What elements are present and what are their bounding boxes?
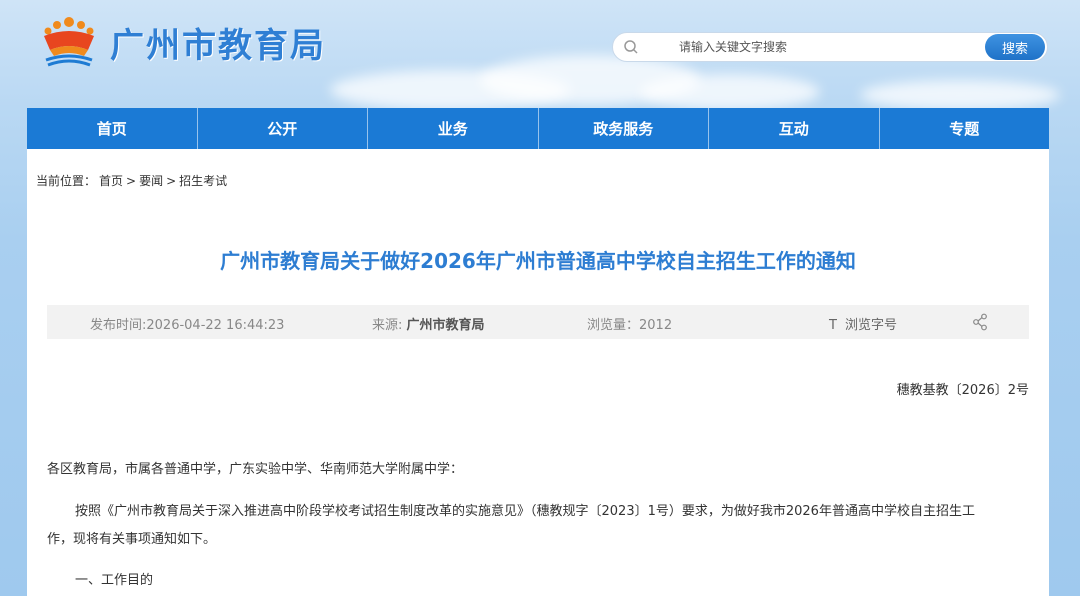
- source-label: 来源:: [372, 318, 403, 333]
- breadcrumb: 当前位置： 首页 > 要闻 > 招生考试: [36, 172, 230, 189]
- site-name: 广州市教育局: [110, 25, 326, 66]
- article-title: 广州市教育局关于做好2026年广州市普通高中学校自主招生工作的通知: [220, 249, 856, 273]
- article-content: 当前位置： 首页 > 要闻 > 招生考试 广州市教育局关于做好2026年广州市普通高中学校…: [27, 149, 1049, 596]
- search-box: 搜索: [612, 32, 1048, 62]
- breadcrumb-home[interactable]: 首页: [99, 174, 123, 188]
- nav-item-home[interactable]: 首页: [27, 108, 198, 149]
- site-header: 广州市教育局 搜索: [0, 0, 1080, 108]
- breadcrumb-label: 当前位置：: [36, 174, 97, 188]
- source: 来源: 广州市教育局: [372, 314, 485, 333]
- nav-item-business[interactable]: 业务: [368, 108, 539, 149]
- intro-paragraph-line1: 按照《广州市教育局关于深入推进高中阶段学校考试招生制度改革的实施意见》（穗教规字…: [75, 504, 975, 519]
- education-bureau-logo-icon: [44, 17, 94, 67]
- font-size-label: 浏览字号: [844, 318, 897, 333]
- nav-item-public[interactable]: 公开: [198, 108, 368, 149]
- breadcrumb-news[interactable]: 要闻: [139, 174, 163, 188]
- search-icon: [624, 40, 638, 54]
- publish-time: 发布时间:2026-04-22 16:44:23: [90, 318, 285, 333]
- main-nav: 首页 公开 业务 政务服务 互动 专题: [27, 108, 1049, 149]
- section-heading: 一、工作目的: [75, 573, 154, 588]
- share-icon[interactable]: [972, 313, 988, 331]
- document-number: 穗教基教〔2026〕2号: [896, 383, 1029, 398]
- salutation: 各区教育局，市属各普通中学，广东实验中学、华南师范大学附属中学：: [47, 462, 464, 477]
- intro-paragraph-line2: 作，现将有关事项通知如下。: [47, 532, 217, 547]
- site-logo[interactable]: 广州市教育局: [38, 14, 326, 70]
- breadcrumb-separator: >: [166, 174, 177, 188]
- breadcrumb-separator: >: [126, 174, 137, 188]
- source-value: 广州市教育局: [406, 318, 485, 333]
- font-size-control[interactable]: T 浏览字号: [829, 314, 897, 333]
- breadcrumb-exams[interactable]: 招生考试: [179, 174, 227, 188]
- search-button[interactable]: 搜索: [985, 34, 1045, 60]
- nav-item-topics[interactable]: 专题: [880, 108, 1050, 149]
- font-size-icon: T: [829, 318, 837, 333]
- view-count: 浏览量：2012: [587, 318, 673, 333]
- search-input[interactable]: [679, 40, 985, 54]
- nav-item-services[interactable]: 政务服务: [539, 108, 709, 149]
- nav-item-interaction[interactable]: 互动: [709, 108, 880, 149]
- article-meta-bar: 发布时间:2026-04-22 16:44:23 来源: 广州市教育局 浏览量：…: [47, 305, 1029, 339]
